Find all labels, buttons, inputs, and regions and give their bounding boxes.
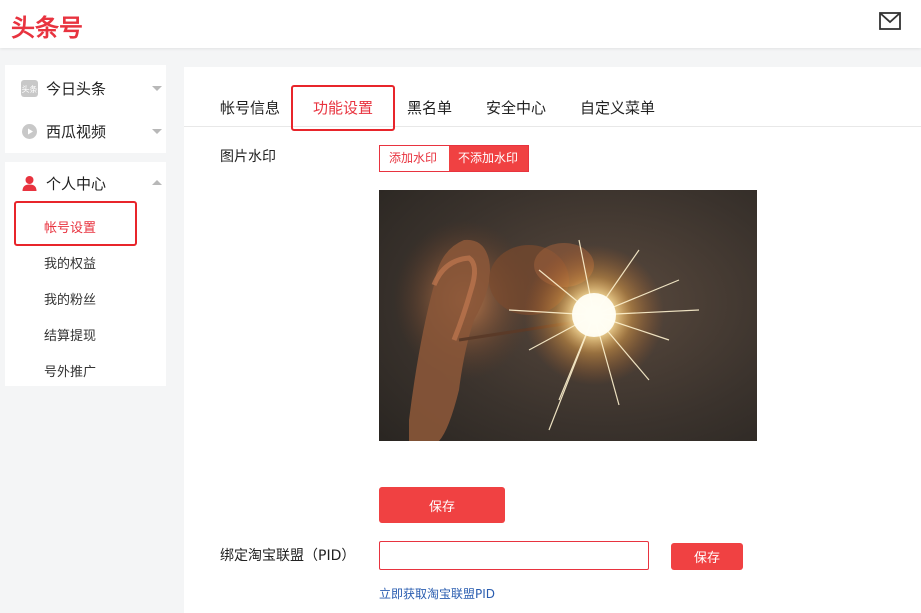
toutiao-logo[interactable]: 头条号 (11, 8, 83, 43)
tab-custom-menu[interactable]: 自定义菜单 (580, 97, 655, 118)
highlight-frame (291, 85, 395, 131)
watermark-label: 图片水印 (220, 149, 276, 165)
sidebar-item-toutiao[interactable]: 头条 今日头条 (21, 73, 162, 103)
tab-account-info[interactable]: 帐号信息 (220, 97, 280, 118)
sidebar-subitem-promotion[interactable]: 号外推广 (44, 361, 96, 380)
xigua-play-icon (21, 123, 38, 140)
main-panel: 帐号信息 功能设置 黑名单 安全中心 自定义菜单 图片水印 添加水印 不添加水印 (184, 67, 921, 613)
sidebar-platforms: 头条 今日头条 西瓜视频 (5, 65, 166, 153)
watermark-toggle: 添加水印 不添加水印 (379, 145, 529, 172)
toutiao-icon: 头条 (21, 79, 38, 97)
no-watermark-button[interactable]: 不添加水印 (449, 146, 528, 171)
sidebar-item-label: 个人中心 (46, 174, 107, 193)
sidebar-item-personal-center[interactable]: 个人中心 (21, 168, 162, 198)
sidebar-subitem-my-fans[interactable]: 我的粉丝 (44, 289, 96, 308)
sidebar-item-xigua[interactable]: 西瓜视频 (21, 116, 162, 146)
chevron-up-icon (152, 180, 162, 185)
save-watermark-button[interactable]: 保存 (379, 487, 505, 523)
tab-blacklist[interactable]: 黑名单 (407, 97, 452, 118)
save-pid-button[interactable]: 保存 (671, 543, 743, 570)
sidebar-item-label: 今日头条 (46, 79, 107, 98)
sidebar-item-label: 西瓜视频 (46, 122, 107, 141)
chevron-down-icon (152, 129, 162, 134)
svg-text:头条: 头条 (22, 84, 38, 94)
get-taobao-pid-link[interactable]: 立即获取淘宝联盟PID (379, 585, 495, 602)
mail-icon[interactable] (879, 12, 901, 30)
sidebar-subitem-settlement[interactable]: 结算提现 (44, 325, 96, 344)
watermark-preview-image (379, 190, 757, 441)
user-icon (21, 175, 38, 192)
tab-security-center[interactable]: 安全中心 (486, 97, 546, 118)
highlight-frame (14, 201, 137, 246)
sidebar-subitem-my-rights[interactable]: 我的权益 (44, 253, 96, 272)
chevron-down-icon (152, 86, 162, 91)
taobao-pid-label: 绑定淘宝联盟（PID） (220, 548, 356, 564)
top-bar: 头条号 (0, 0, 921, 48)
add-watermark-button[interactable]: 添加水印 (380, 146, 449, 171)
sidebar-personal-center: 个人中心 帐号设置 我的权益 我的粉丝 结算提现 号外推广 (5, 162, 166, 386)
taobao-pid-input[interactable] (379, 541, 649, 570)
